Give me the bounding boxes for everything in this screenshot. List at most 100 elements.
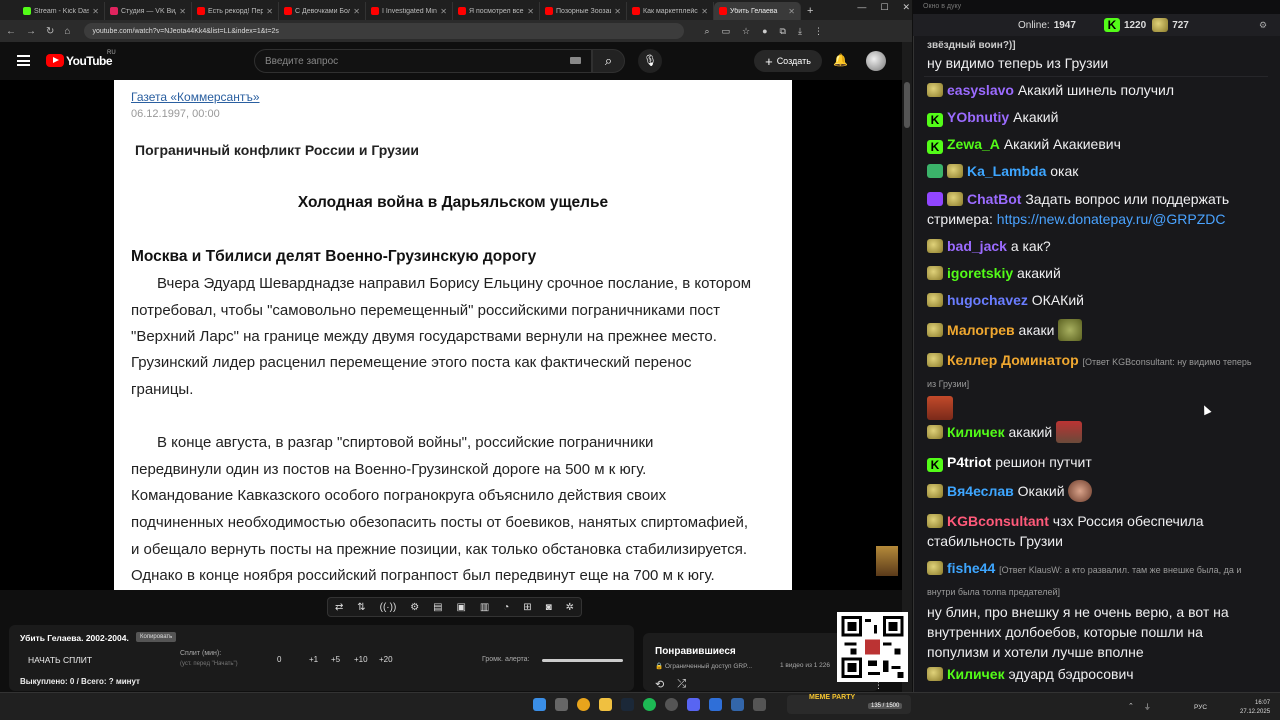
back-icon[interactable]: ← <box>6 26 16 37</box>
chat-username[interactable]: Вя4еслав <box>947 483 1014 499</box>
create-button[interactable]: + Создать <box>754 50 822 72</box>
close-icon[interactable]: ✕ <box>614 7 621 16</box>
input-language[interactable]: РУС <box>1194 704 1207 711</box>
playlist-title[interactable]: Понравившиеся <box>655 646 736 657</box>
chat-username[interactable]: easyslavo <box>947 82 1014 98</box>
split-add-button[interactable]: +10 <box>354 655 368 664</box>
alert-volume-slider[interactable] <box>542 659 623 662</box>
chat-username[interactable]: fishe44 <box>947 560 995 576</box>
cast-icon[interactable]: ▭ <box>721 26 730 37</box>
app-icon[interactable] <box>709 698 722 711</box>
page-scrollbar[interactable] <box>902 42 912 692</box>
sort-icon[interactable]: ⇅ <box>357 602 365 613</box>
close-icon[interactable]: ✕ <box>266 7 273 16</box>
extension-icon[interactable]: ● <box>762 26 767 37</box>
bell-icon[interactable]: 🔔 <box>833 53 848 67</box>
browser-tab[interactable]: Студия — VK Видео✕ <box>105 2 192 20</box>
folder-icon[interactable] <box>599 698 612 711</box>
scrollbar-thumb[interactable] <box>904 82 910 128</box>
avatar[interactable] <box>866 51 886 71</box>
app-icon[interactable] <box>753 698 766 711</box>
close-window-icon[interactable]: ✕ <box>902 2 910 13</box>
start-split-button[interactable]: НАЧАТЬ СПЛИТ <box>28 655 92 665</box>
donate-link[interactable]: https://new.donatepay.ru/@GRPZDC <box>997 211 1226 227</box>
chat-username[interactable]: bad_jack <box>947 238 1007 254</box>
menu-dots-icon[interactable]: ⋮ <box>814 26 823 37</box>
taskbar-clock[interactable]: 16:07 27.12.2025 <box>1240 699 1270 717</box>
loop-icon[interactable]: ⟲ <box>655 678 664 691</box>
chat-username[interactable]: P4triot <box>947 454 991 470</box>
browser-tab[interactable]: С Девочками Бол ✕ <box>279 2 366 20</box>
split-add-button[interactable]: +5 <box>331 655 340 664</box>
browser-tab[interactable]: Stream - Kick Dash ✕ <box>18 2 105 20</box>
browser-tab[interactable]: I Investigated Min ✕ <box>366 2 453 20</box>
speed-icon[interactable]: ◔ <box>503 602 509 613</box>
chat-username[interactable]: igoretskiy <box>947 265 1013 281</box>
film-icon[interactable]: ▥ <box>480 602 489 613</box>
steam-icon[interactable] <box>621 698 634 711</box>
close-icon[interactable]: ✕ <box>788 7 795 16</box>
close-icon[interactable]: ✕ <box>353 7 360 16</box>
obs-icon[interactable] <box>665 698 678 711</box>
chat-username[interactable]: Киличек <box>947 424 1005 440</box>
app-icon[interactable] <box>731 698 744 711</box>
chat-username[interactable]: Zewa_A <box>947 136 1000 152</box>
bookmark-star-icon[interactable]: ☆ <box>742 26 750 37</box>
chat-username[interactable]: ChatBot <box>967 191 1021 207</box>
browser-tab[interactable]: Я посмотрел все с ✕ <box>453 2 540 20</box>
chat-username[interactable]: Ka_Lambda <box>967 163 1046 179</box>
chevron-up-icon[interactable]: ⌃ <box>1128 702 1134 712</box>
chat-username[interactable]: Келлер Доминатор <box>947 352 1079 368</box>
search-button[interactable]: ⌕ <box>592 49 625 73</box>
browser-tab[interactable]: Есть рекорд! Пере ✕ <box>192 2 279 20</box>
reload-icon[interactable]: ↻ <box>46 26 54 37</box>
copy-button[interactable]: Копировать <box>136 632 177 642</box>
minimize-icon[interactable]: — <box>857 2 866 13</box>
close-icon[interactable]: ✕ <box>179 7 186 16</box>
split-add-button[interactable]: +20 <box>379 655 393 664</box>
shuffle-icon[interactable]: ⤮ <box>677 678 686 691</box>
download-icon[interactable]: ⤓ <box>798 26 802 37</box>
home-icon[interactable]: ⌂ <box>64 26 70 37</box>
forward-icon[interactable]: → <box>26 26 36 37</box>
browser-tab[interactable]: Как маркетплейс ✕ <box>627 2 714 20</box>
url-field[interactable]: youtube.com/watch?v=NJeota44Kk4&list=LL&… <box>84 23 685 39</box>
gear-icon[interactable]: ✲ <box>566 602 574 613</box>
hamburger-menu-icon[interactable] <box>17 55 30 66</box>
chat-username[interactable]: Киличек <box>947 666 1005 682</box>
chat-username[interactable]: YObnutiy <box>947 109 1009 125</box>
new-tab-button[interactable]: + <box>807 5 813 17</box>
mic-icon[interactable]: 🎙 <box>638 49 662 73</box>
maximize-icon[interactable]: ☐ <box>880 2 888 13</box>
close-icon[interactable]: ✕ <box>701 7 708 16</box>
discord-icon[interactable] <box>687 698 700 711</box>
chat-username[interactable]: hugochavez <box>947 292 1028 308</box>
chat-username[interactable]: KGBconsultant <box>947 513 1049 529</box>
windows-start-icon[interactable] <box>533 698 546 711</box>
zoom-icon[interactable]: ⌕ <box>704 26 709 37</box>
browser-tab[interactable]: Позорные Зоозащ ✕ <box>540 2 627 20</box>
loop-icon[interactable]: ⇄ <box>335 602 343 613</box>
picture-in-picture-icon[interactable]: ▣ <box>457 602 466 613</box>
transform-icon[interactable]: ⊞ <box>523 602 531 613</box>
chat-username[interactable]: Малогрев <box>947 322 1015 338</box>
youtube-logo-icon[interactable] <box>46 54 64 67</box>
settings-gear-icon[interactable]: ⚙ <box>410 602 419 613</box>
close-icon[interactable]: ✕ <box>527 7 534 16</box>
puzzle-icon[interactable]: ⧉ <box>780 26 786 37</box>
close-icon[interactable]: ✕ <box>92 7 99 16</box>
usb-icon[interactable]: ⏚ <box>1144 702 1151 712</box>
broadcast-icon[interactable]: ((·)) <box>380 602 397 613</box>
spotify-icon[interactable] <box>643 698 656 711</box>
keyboard-icon[interactable] <box>570 57 581 64</box>
split-add-button[interactable]: +1 <box>309 655 318 664</box>
youtube-logo-text[interactable]: YouTube <box>66 54 113 68</box>
chat-settings-icon[interactable]: ⚙ <box>1259 20 1267 31</box>
search-input[interactable]: Введите запрос <box>254 49 592 73</box>
browser-tab-active[interactable]: Убить Гелаева ✕ <box>714 2 801 20</box>
screenshot-icon[interactable]: ◙ <box>546 602 552 613</box>
search-icon[interactable] <box>555 698 568 711</box>
clapper-icon[interactable]: ▤ <box>433 602 442 613</box>
close-icon[interactable]: ✕ <box>440 7 447 16</box>
chrome-icon[interactable] <box>577 698 590 711</box>
